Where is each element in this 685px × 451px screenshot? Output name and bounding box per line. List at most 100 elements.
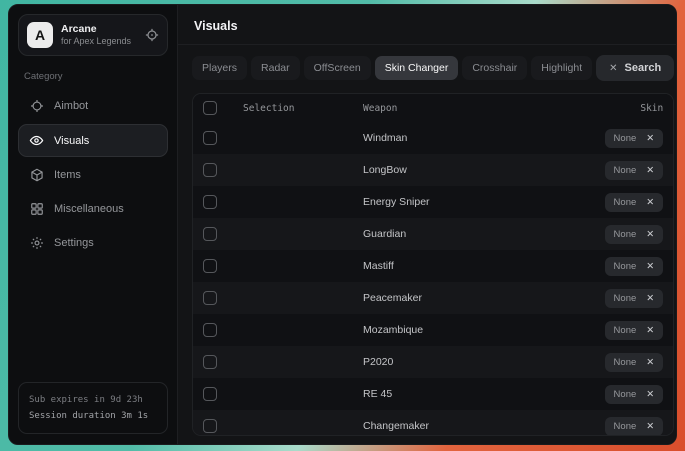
tab-players[interactable]: Players bbox=[192, 56, 247, 80]
target-icon[interactable] bbox=[145, 28, 159, 42]
tab-skin-changer[interactable]: Skin Changer bbox=[375, 56, 459, 80]
row-checkbox[interactable] bbox=[203, 419, 217, 433]
clear-skin-icon[interactable]: ✕ bbox=[646, 389, 654, 400]
brand-title: Arcane bbox=[61, 23, 137, 36]
clear-skin-icon[interactable]: ✕ bbox=[646, 325, 654, 336]
skin-cell: None ✕ bbox=[605, 160, 664, 180]
table-row: Windman None ✕ bbox=[193, 122, 673, 154]
cube-icon bbox=[29, 168, 44, 182]
skin-selector-chip[interactable]: None ✕ bbox=[605, 225, 664, 244]
weapon-name: Mozambique bbox=[363, 324, 535, 336]
sidebar-item-label: Miscellaneous bbox=[54, 203, 124, 215]
row-checkbox[interactable] bbox=[203, 227, 217, 241]
skin-value: None bbox=[614, 357, 637, 368]
skin-cell: None ✕ bbox=[605, 384, 664, 404]
skin-cell: None ✕ bbox=[605, 320, 664, 340]
skin-selector-chip[interactable]: None ✕ bbox=[605, 321, 664, 340]
skin-value: None bbox=[614, 325, 637, 336]
eye-icon bbox=[29, 133, 44, 148]
tab-offscreen[interactable]: OffScreen bbox=[304, 56, 371, 80]
app-window: A Arcane for Apex Legends Category Aimbo… bbox=[8, 4, 677, 445]
clear-skin-icon[interactable]: ✕ bbox=[646, 165, 654, 176]
sidebar-item-visuals[interactable]: Visuals bbox=[18, 124, 168, 157]
row-checkbox[interactable] bbox=[203, 259, 217, 273]
skin-selector-chip[interactable]: None ✕ bbox=[605, 353, 664, 372]
sidebar-item-miscellaneous[interactable]: Miscellaneous bbox=[18, 193, 168, 225]
skin-value: None bbox=[614, 133, 637, 144]
skin-selector-chip[interactable]: None ✕ bbox=[605, 385, 664, 404]
weapon-name: Mastiff bbox=[363, 260, 535, 272]
tab-radar[interactable]: Radar bbox=[251, 56, 300, 80]
search-button[interactable]: ✕ Search bbox=[596, 55, 674, 81]
skin-selector-chip[interactable]: None✕ bbox=[605, 289, 664, 308]
skin-value: None bbox=[614, 197, 637, 208]
skin-value: None bbox=[614, 261, 637, 272]
table-body: WindmanNone✕LongBowNone✕Energy SniperNon… bbox=[193, 122, 673, 436]
crosshair-icon bbox=[29, 99, 44, 113]
weapon-name: RE 45 bbox=[363, 388, 535, 400]
skin-selector-chip[interactable]: None ✕ bbox=[605, 193, 664, 212]
select-all-checkbox[interactable] bbox=[203, 101, 217, 115]
row-checkbox[interactable] bbox=[203, 291, 217, 305]
row-checkbox[interactable] bbox=[203, 163, 217, 177]
tab-highlight[interactable]: Highlight bbox=[531, 56, 592, 80]
clear-skin-icon[interactable]: ✕ bbox=[646, 357, 654, 368]
sidebar-item-label: Items bbox=[54, 169, 81, 181]
skin-selector-chip[interactable]: None ✕ bbox=[605, 161, 664, 180]
sidebar-item-settings[interactable]: Settings bbox=[18, 227, 168, 259]
desktop-background: { "colors": { "accent_teal": "#41b6a2", … bbox=[0, 0, 685, 451]
row-checkbox[interactable] bbox=[203, 131, 217, 145]
clear-skin-icon[interactable]: ✕ bbox=[646, 133, 654, 144]
search-button-label: Search bbox=[625, 62, 662, 74]
skin-cell: None ✕ bbox=[605, 192, 664, 212]
table-row: Mozambique None ✕ bbox=[193, 314, 673, 346]
clear-skin-icon[interactable]: ✕ bbox=[646, 197, 654, 208]
skin-selector-chip[interactable]: None✕ bbox=[605, 417, 664, 436]
sidebar-item-aimbot[interactable]: Aimbot bbox=[18, 90, 168, 122]
table-row: Mastiff None ✕ bbox=[193, 250, 673, 282]
row-checkbox[interactable] bbox=[203, 323, 217, 337]
sidebar-item-items[interactable]: Items bbox=[18, 159, 168, 191]
skin-value: None bbox=[614, 229, 637, 240]
row-checkbox[interactable] bbox=[203, 355, 217, 369]
tab-crosshair[interactable]: Crosshair bbox=[462, 56, 527, 80]
skin-cell: None ✕ bbox=[605, 128, 664, 148]
sidebar: A Arcane for Apex Legends Category Aimbo… bbox=[9, 5, 177, 444]
weapon-name: Peacemaker bbox=[363, 292, 535, 304]
skin-selector-chip[interactable]: None ✕ bbox=[605, 129, 664, 148]
skin-cell: None ✕ bbox=[605, 352, 664, 372]
table-header-row: Selection Weapon Skin bbox=[193, 94, 673, 122]
skin-value: None bbox=[614, 165, 637, 176]
sidebar-item-label: Visuals bbox=[54, 135, 89, 147]
table-row: RE 45 None ✕ bbox=[193, 378, 673, 410]
clear-skin-icon[interactable]: ✕ bbox=[646, 229, 654, 240]
gear-icon bbox=[29, 236, 44, 250]
column-header-skin: Skin bbox=[640, 103, 663, 114]
sidebar-nav: Aimbot Visuals Items Miscellaneous Settings bbox=[18, 90, 168, 259]
column-header-selection: Selection bbox=[243, 103, 363, 114]
brand-subtitle: for Apex Legends bbox=[61, 36, 137, 47]
search-icon: ✕ bbox=[609, 63, 617, 74]
clear-skin-icon[interactable]: ✕ bbox=[646, 421, 654, 432]
clear-skin-icon[interactable]: ✕ bbox=[646, 293, 654, 304]
table-row: Changemaker None✕ bbox=[193, 410, 673, 436]
table-row: GuardianNone✕ bbox=[193, 218, 673, 250]
subscription-card: Sub expires in 9d 23h Session duration 3… bbox=[18, 382, 168, 434]
session-duration-text: Session duration 3m 1s bbox=[29, 408, 157, 424]
page-title: Visuals bbox=[194, 19, 672, 33]
grid-icon bbox=[29, 202, 44, 216]
sidebar-item-label: Aimbot bbox=[54, 100, 88, 112]
skin-cell: None ✕ bbox=[605, 224, 664, 244]
row-checkbox[interactable] bbox=[203, 387, 217, 401]
row-checkbox[interactable] bbox=[203, 195, 217, 209]
weapon-name: Changemaker bbox=[363, 420, 535, 432]
skin-value: None bbox=[614, 389, 637, 400]
tab-bar: PlayersRadarOffScreenSkin ChangerCrossha… bbox=[178, 45, 677, 81]
table-row: P2020None✕ bbox=[193, 346, 673, 378]
skin-selector-chip[interactable]: None ✕ bbox=[605, 257, 664, 276]
weapon-name: Windman bbox=[363, 132, 535, 144]
main-panel: Visuals PlayersRadarOffScreenSkin Change… bbox=[177, 5, 677, 444]
clear-skin-icon[interactable]: ✕ bbox=[646, 261, 654, 272]
weapon-name: LongBow bbox=[363, 164, 535, 176]
sub-expiry-text: Sub expires in 9d 23h bbox=[29, 392, 157, 408]
